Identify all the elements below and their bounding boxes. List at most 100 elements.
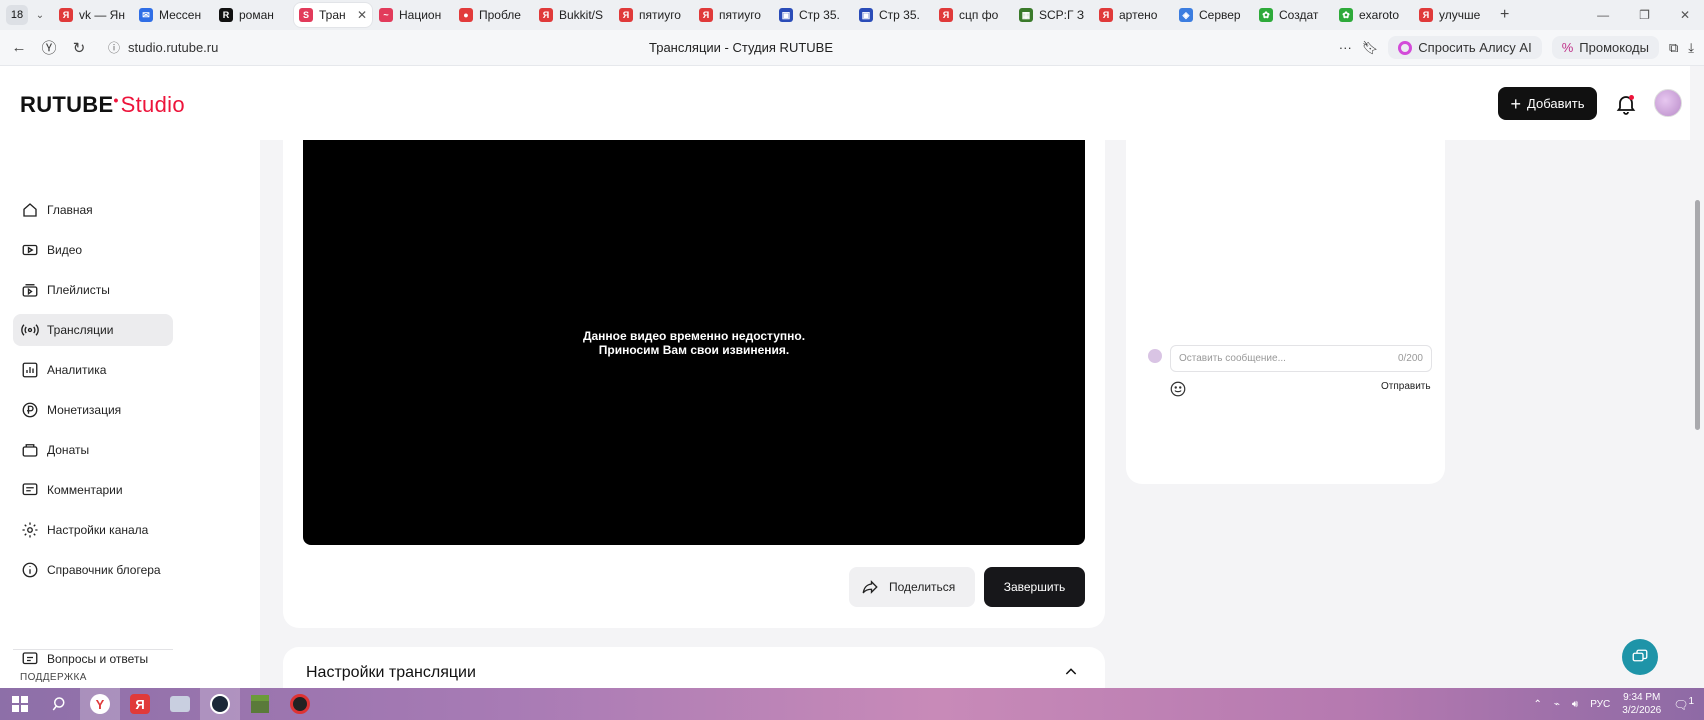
browser-tab[interactable]: Яvk — Ян xyxy=(54,3,132,27)
back-icon[interactable]: ← xyxy=(4,39,34,56)
minecraft-icon[interactable] xyxy=(240,688,280,720)
new-tab-button[interactable]: + xyxy=(1500,6,1509,24)
network-icon[interactable]: ⌁ xyxy=(1554,699,1560,710)
browser-tab-label: Стр 35. xyxy=(879,8,920,22)
clock[interactable]: 9:34 PM 3/2/2026 xyxy=(1622,691,1661,717)
browser-tab[interactable]: Я Bukkit/S xyxy=(534,3,612,27)
sidebar-item-analytics[interactable]: Аналитика xyxy=(13,354,173,386)
send-message-button[interactable]: Отправить xyxy=(1381,381,1431,392)
browser-tab-label: артено xyxy=(1119,8,1158,22)
sidebar-item-faq[interactable]: Вопросы и ответы xyxy=(13,643,173,675)
browser-tab[interactable]: ▦ SCP:Г З xyxy=(1014,3,1092,27)
reload-icon[interactable]: ↻ xyxy=(64,39,94,57)
browser-tab-label: Пробле xyxy=(479,8,521,22)
chat-placeholder: Оставить сообщение... xyxy=(1179,353,1286,364)
sidebar-item-monetization[interactable]: Монетизация xyxy=(13,394,173,426)
maximize-icon[interactable]: ❐ xyxy=(1639,8,1650,22)
share-button[interactable]: Поделиться xyxy=(849,567,975,607)
alice-icon xyxy=(1398,40,1413,55)
browser-tab[interactable]: ✿ Создат xyxy=(1254,3,1332,27)
rutube-studio-logo[interactable]: RUTUBE•Studio xyxy=(20,92,185,118)
sidebar-item-write[interactable]: Написать в xyxy=(13,681,173,688)
close-tab-icon[interactable]: ✕ xyxy=(357,8,367,22)
url-text: studio.rutube.ru xyxy=(128,40,219,55)
sidebar-item-playlist[interactable]: Плейлисты xyxy=(13,274,173,306)
tab-favicon-icon: ▣ xyxy=(859,8,873,22)
browser-tab-label: Национ xyxy=(399,8,442,22)
browser-tab[interactable]: Яартено xyxy=(1094,3,1172,27)
browser-tab[interactable]: S Тран ✕ xyxy=(294,3,372,27)
language-indicator[interactable]: РУС xyxy=(1590,699,1610,710)
ask-alice-label: Спросить Алису AI xyxy=(1418,40,1532,55)
browser-tab-label: Bukkit/S xyxy=(559,8,604,22)
browser-tab[interactable]: Япятиуго xyxy=(694,3,772,27)
promo-codes-button[interactable]: % Промокоды xyxy=(1551,36,1659,59)
sidebar-item-video[interactable]: Видео xyxy=(13,234,173,266)
yandex-browser-icon[interactable]: Y xyxy=(80,688,120,720)
browser-tab[interactable]: Яулучше xyxy=(1414,3,1492,27)
video-player[interactable]: Данное видео временно недоступно. Принос… xyxy=(303,140,1085,545)
sidebar-item-donate[interactable]: Донаты xyxy=(13,434,173,466)
chevron-up-icon[interactable] xyxy=(1063,664,1079,680)
browser-tab[interactable]: Rроман xyxy=(214,3,292,27)
studio-header: RUTUBE•Studio + Добавить xyxy=(0,66,1690,140)
search-icon[interactable] xyxy=(40,688,80,720)
downloads-icon[interactable]: ⤓ xyxy=(1688,40,1694,56)
url-field[interactable]: ⓘ studio.rutube.ru xyxy=(108,39,218,56)
tab-favicon-icon: ● xyxy=(459,8,473,22)
yandex-icon[interactable]: Я xyxy=(120,688,160,720)
notifications-count: 1 xyxy=(1688,696,1694,707)
sidebar-item-info[interactable]: Справочник блогера xyxy=(13,554,173,586)
ask-alice-button[interactable]: Спросить Алису AI xyxy=(1388,36,1542,59)
browser-tab[interactable]: ▣ Стр 35. xyxy=(774,3,852,27)
browser-tab[interactable]: ▣ Стр 35. xyxy=(854,3,932,27)
tab-favicon-icon: Я xyxy=(59,8,73,22)
home-icon xyxy=(23,203,37,217)
notifications-icon[interactable]: 🗨︎1 xyxy=(1673,696,1694,712)
bookmark-icon[interactable]: 🔖︎ xyxy=(1362,40,1379,56)
bell-icon[interactable] xyxy=(1614,92,1638,116)
help-chat-button[interactable] xyxy=(1622,639,1658,675)
extensions-icon[interactable]: ⧉ xyxy=(1669,40,1678,56)
end-broadcast-button[interactable]: Завершить xyxy=(984,567,1085,607)
sidebar-item-broadcast[interactable]: Трансляции xyxy=(13,314,173,346)
browser-tab[interactable]: ● Пробле xyxy=(454,3,532,27)
playlist-icon xyxy=(22,284,38,297)
sidebar-item-home[interactable]: Главная xyxy=(13,194,173,226)
app-icon[interactable] xyxy=(280,688,320,720)
chat-bubble-icon xyxy=(1632,649,1648,662)
tab-count-badge[interactable]: 18 xyxy=(6,5,28,25)
add-button[interactable]: + Добавить xyxy=(1498,87,1597,120)
more-icon[interactable]: ··· xyxy=(1339,40,1352,55)
tab-favicon-icon: Я xyxy=(699,8,713,22)
browser-tab-label: exaroto xyxy=(1359,8,1400,22)
chat-message-input[interactable]: Оставить сообщение... 0/200 xyxy=(1170,345,1432,372)
page-scrollbar-thumb[interactable] xyxy=(1695,200,1700,430)
browser-tab[interactable]: Ясцп фо xyxy=(934,3,1012,27)
tabs-dropdown-icon[interactable]: ⌄ xyxy=(28,10,52,21)
volume-icon[interactable]: 🔊︎ xyxy=(1572,699,1578,710)
chat-panel xyxy=(1126,140,1445,484)
sidebar-item-gear[interactable]: Настройки канала xyxy=(13,514,173,546)
site-info-icon[interactable]: ⓘ xyxy=(108,39,120,56)
yandex-home-icon[interactable]: Ⓨ xyxy=(34,37,64,58)
browser-tab[interactable]: Япятиуго xyxy=(614,3,692,27)
minimize-icon[interactable]: — xyxy=(1597,8,1609,22)
tray-chevron-icon[interactable]: ⌃ xyxy=(1534,699,1542,710)
emoji-icon[interactable] xyxy=(1169,380,1187,398)
browser-tab[interactable]: ~ Национ xyxy=(374,3,452,27)
browser-tab[interactable]: ✿ exaroto xyxy=(1334,3,1412,27)
explorer-icon[interactable] xyxy=(160,688,200,720)
browser-tab[interactable]: ✉ Мессен xyxy=(134,3,212,27)
settings-title[interactable]: Настройки трансляции xyxy=(306,664,476,682)
browser-tab-bar: 18 ⌄ Яvk — Ян ✉ Мессен Rроман S Тран ✕ ~ Национ ●… xyxy=(0,0,1704,30)
windows-start-icon[interactable] xyxy=(0,688,40,720)
tab-favicon-icon: Я xyxy=(1099,8,1113,22)
browser-tab[interactable]: ◈ Сервер xyxy=(1174,3,1252,27)
steam-icon[interactable] xyxy=(200,688,240,720)
logo-studio-text: Studio xyxy=(120,92,185,117)
sidebar-item-comments[interactable]: Комментарии xyxy=(13,474,173,506)
sidebar-item-label: Настройки канала xyxy=(47,523,149,537)
user-avatar[interactable] xyxy=(1654,89,1682,117)
close-window-icon[interactable]: ✕ xyxy=(1680,8,1690,22)
